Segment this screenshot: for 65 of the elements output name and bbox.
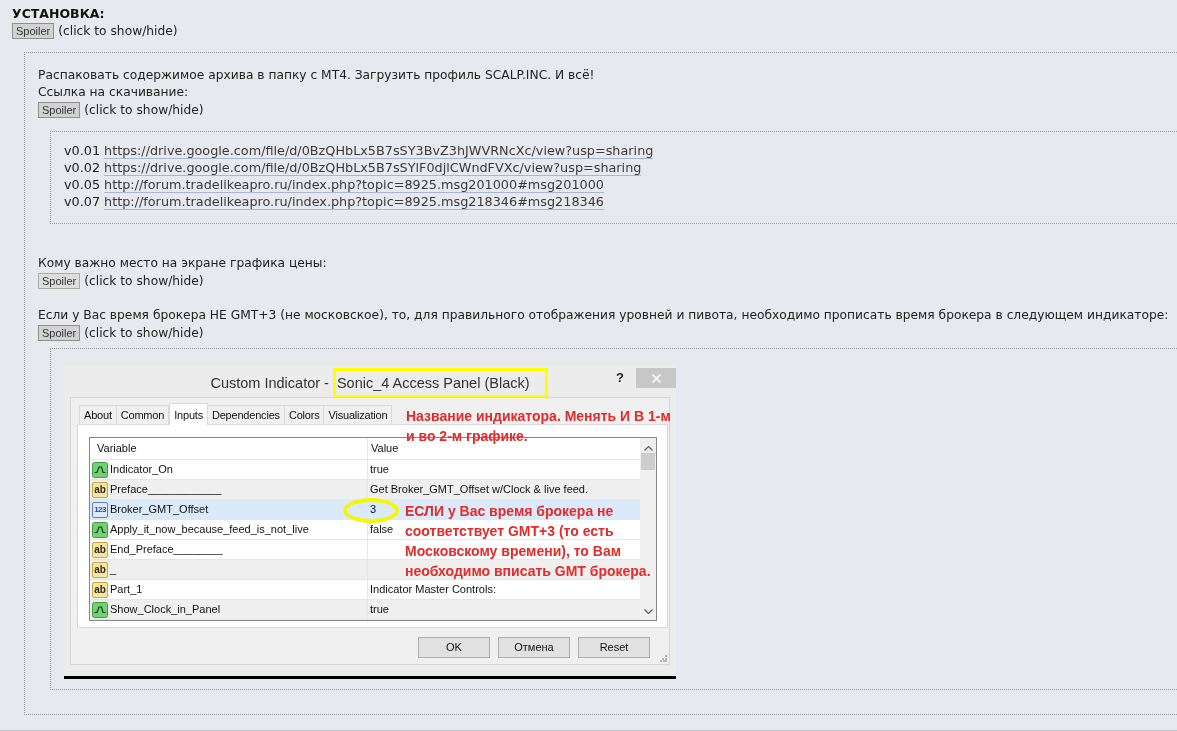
version-label: v0.01 xyxy=(64,143,101,158)
type-badge: ab xyxy=(92,561,108,578)
table-row[interactable]: Indicator_On true xyxy=(90,460,640,480)
variable-value: true xyxy=(370,602,389,618)
resize-grip-icon xyxy=(660,655,667,662)
body-text: Ссылка на скачивание: xyxy=(38,84,190,101)
spoiler-hint: (click to show/hide) xyxy=(58,22,178,40)
variable-value: Get Broker_GMT_Offset w/Clock & live feed. xyxy=(370,482,589,498)
chevron-up-icon xyxy=(643,446,653,451)
table-row[interactable]: Show_Clock_in_Panel true xyxy=(90,600,640,620)
variable-name: Show_Clock_in_Panel xyxy=(110,602,221,618)
table-row[interactable]: ab Part_1 Indicator Master Controls: xyxy=(90,580,640,600)
tab[interactable]: Inputs xyxy=(169,403,208,425)
chevron-down-icon xyxy=(643,609,653,614)
dialog-title: Sonic_4 Access Panel (Black) xyxy=(336,374,530,392)
dialog-button[interactable]: OK xyxy=(418,637,490,658)
dialog-button[interactable]: Отмена xyxy=(498,637,570,658)
dialog-title: Custom Indicator - xyxy=(210,374,329,392)
version-label: v0.02 xyxy=(64,160,101,175)
download-link[interactable]: http://forum.tradelikeapro.ru/index.php?topic=8925.msg201000#msg201000 xyxy=(104,176,604,193)
section-heading: УСТАНОВКА: xyxy=(12,5,106,22)
tab[interactable]: Visualization xyxy=(323,405,393,425)
table-row[interactable]: ab Preface____________ Get Broker_GMT_Offset w/Clock & live feed. xyxy=(90,480,640,500)
column-header: Value xyxy=(371,441,399,457)
type-badge: ab xyxy=(92,541,108,558)
dialog-button[interactable]: Reset xyxy=(578,637,650,658)
spoiler-hint: (click to show/hide) xyxy=(84,101,204,119)
download-link[interactable]: https://drive.google.com/file/d/0BzQHbLx5B7sSY3BvZ3hJWVRNcXc/view?usp=sharing xyxy=(104,142,654,159)
square-wave-icon xyxy=(92,601,108,618)
square-wave-icon xyxy=(92,461,108,478)
variable-value: false xyxy=(370,522,394,538)
variable-name: Broker_GMT_Offset xyxy=(110,502,209,518)
version-label: v0.05 xyxy=(64,177,101,192)
type-badge: ab xyxy=(92,481,108,498)
body-text: Распаковать содержимое архива в папку с MT4. Загрузить профиль SCALP.INC. И всё! xyxy=(38,67,596,84)
body-text: Если у Вас время брокера НЕ GMT+3 (не московское), то, для правильного отображения уровней и пивота, необходимо прописать время брокера в следующем индикаторе: xyxy=(38,307,1170,324)
download-link[interactable]: http://forum.tradelikeapro.ru/index.php?topic=8925.msg218346#msg218346 xyxy=(104,193,604,210)
spoiler-hint: (click to show/hide) xyxy=(84,324,204,342)
variable-value: true xyxy=(370,462,389,478)
spoiler-button[interactable]: Spoiler xyxy=(38,325,81,341)
square-wave-icon xyxy=(92,521,108,538)
variable-name: End_Preface________ xyxy=(110,542,223,558)
type-badge: ab xyxy=(92,581,108,598)
spoiler-button[interactable]: Spoiler xyxy=(12,23,55,39)
close-button[interactable] xyxy=(636,368,676,388)
version-label: v0.07 xyxy=(64,194,101,209)
variable-name: Part_1 xyxy=(110,582,143,598)
tab[interactable]: About xyxy=(79,405,117,425)
spoiler-button[interactable]: Spoiler xyxy=(38,273,81,289)
variable-name: _ xyxy=(110,562,117,578)
scroll-thumb[interactable] xyxy=(641,453,655,470)
variable-name: Apply_it_now_because_feed_is_not_live xyxy=(110,522,309,538)
help-button[interactable]: ? xyxy=(616,370,624,386)
spoiler-hint: (click to show/hide) xyxy=(84,272,204,290)
spoiler-button[interactable]: Spoiler xyxy=(38,102,81,118)
close-icon xyxy=(651,373,661,383)
type-badge: 123 xyxy=(92,501,108,518)
variable-value: 3 xyxy=(370,502,377,518)
tab[interactable]: Common xyxy=(115,405,170,425)
download-link[interactable]: https://drive.google.com/file/d/0BzQHbLx5B7sSYlF0djlCWndFVXc/view?usp=sharing xyxy=(104,159,642,176)
body-text: Кому важно место на экране графика цены: xyxy=(38,255,328,272)
column-header: Variable xyxy=(97,441,137,457)
variable-name: Preface____________ xyxy=(110,482,222,498)
variable-name: Indicator_On xyxy=(110,462,173,478)
variable-value: Indicator Master Controls: xyxy=(370,582,496,598)
